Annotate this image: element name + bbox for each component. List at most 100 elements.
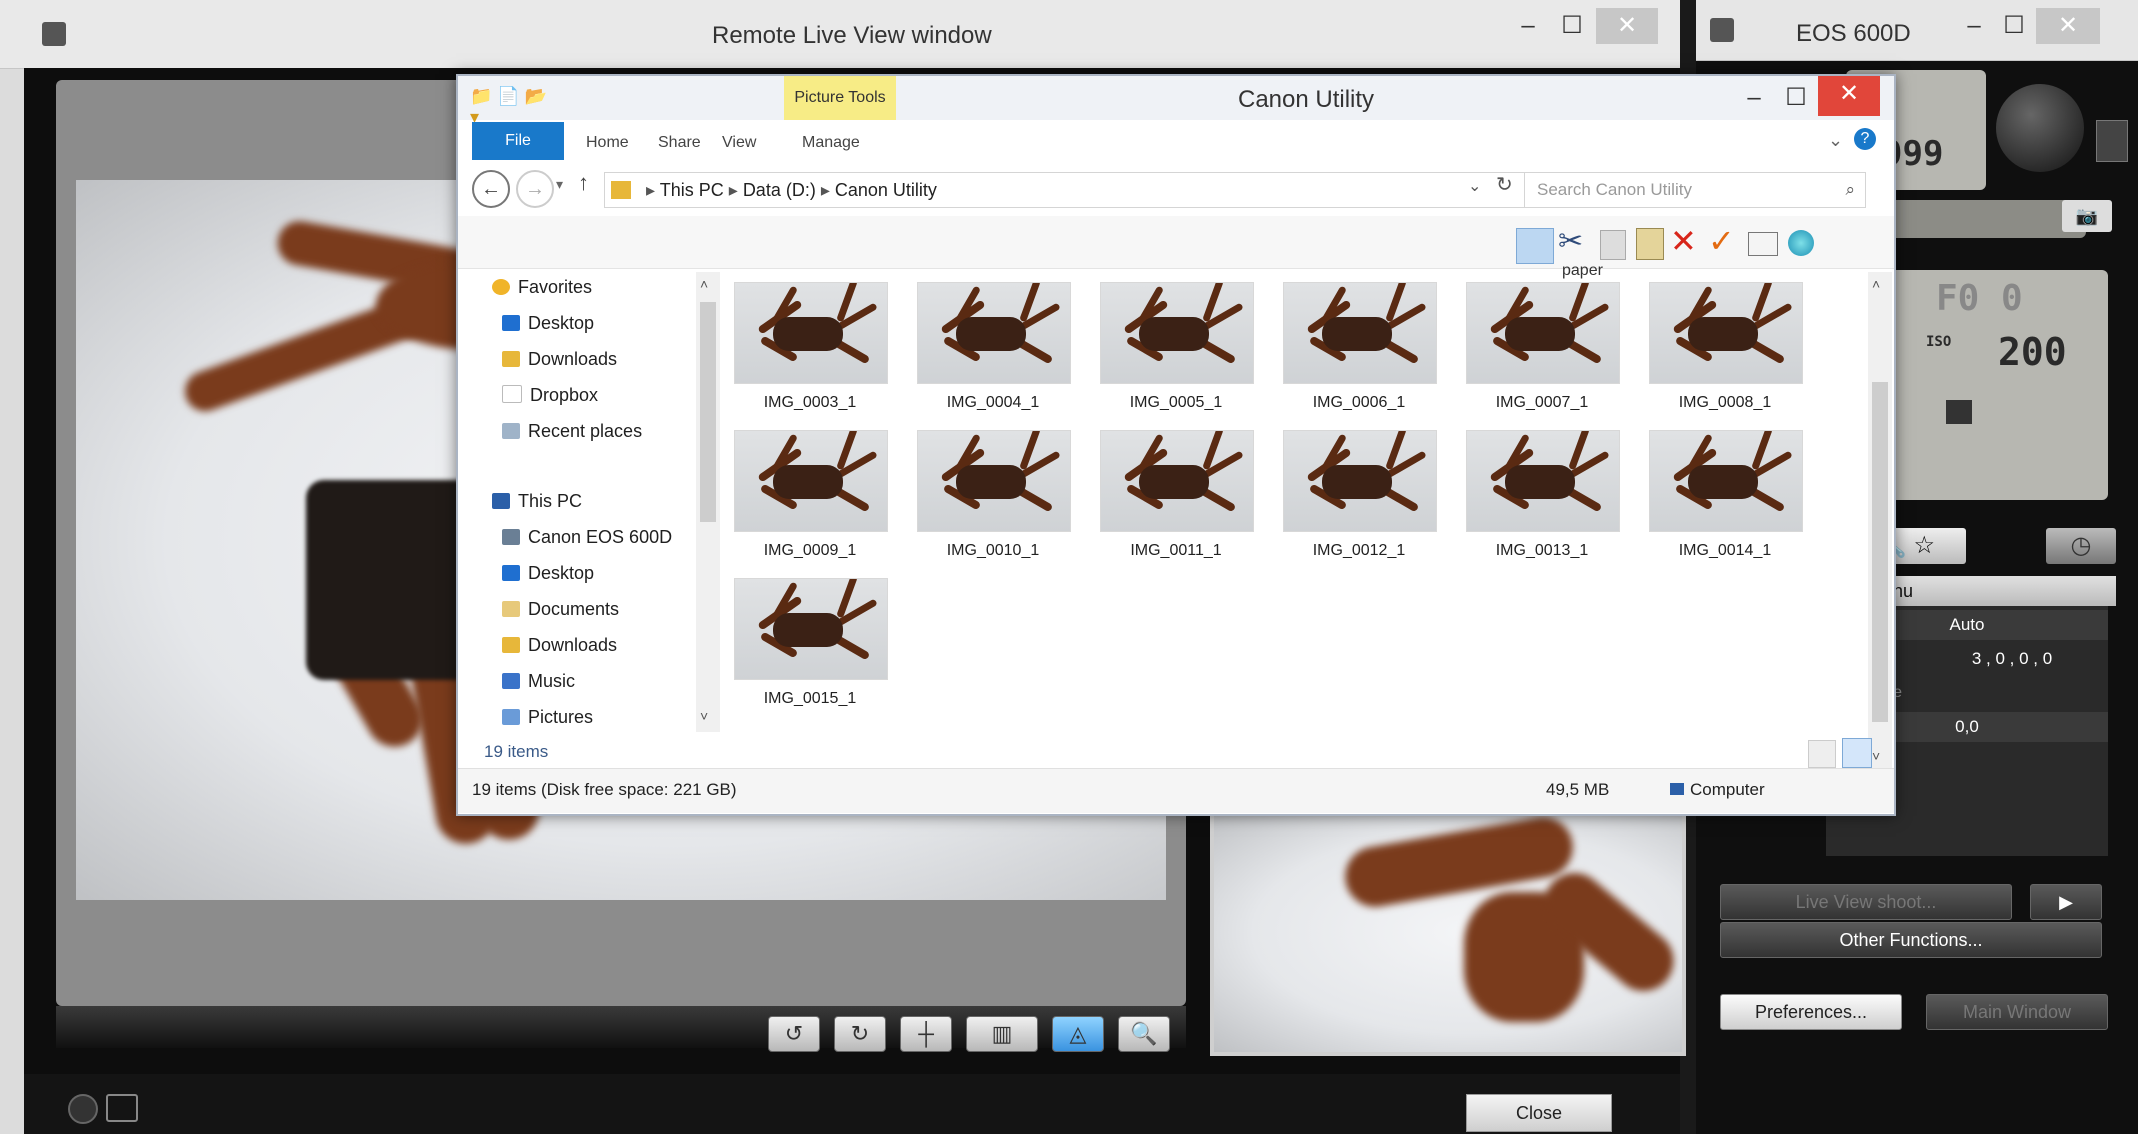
tab-view[interactable]: View bbox=[722, 134, 756, 152]
rotate-left-icon[interactable]: ↺ bbox=[768, 1016, 820, 1052]
minimize-button[interactable]: – bbox=[1508, 8, 1548, 44]
file-thumbnail[interactable] bbox=[1283, 430, 1437, 532]
file-thumbnail[interactable] bbox=[1466, 430, 1620, 532]
file-thumbnail[interactable] bbox=[1100, 282, 1254, 384]
nav-downloads[interactable]: Downloads bbox=[502, 344, 617, 374]
file-item[interactable]: IMG_0011_1 bbox=[1100, 430, 1254, 570]
maximize-button[interactable]: ☐ bbox=[1552, 8, 1592, 44]
eos-minimize-button[interactable]: – bbox=[1956, 8, 1992, 44]
grid-icon[interactable]: ┼ bbox=[900, 1016, 952, 1052]
email-icon[interactable] bbox=[1748, 232, 1778, 256]
camera-settings-icon[interactable] bbox=[106, 1094, 138, 1122]
breadcrumb-canon-utility[interactable]: Canon Utility bbox=[835, 180, 937, 200]
main-window-button[interactable]: Main Window bbox=[1926, 994, 2108, 1030]
layout-icon[interactable] bbox=[1516, 228, 1554, 264]
nav-pictures[interactable]: Pictures bbox=[502, 702, 593, 732]
content-scroll-down-icon[interactable]: ˅ bbox=[1872, 748, 1880, 764]
file-item[interactable]: IMG_0004_1 bbox=[917, 282, 1071, 422]
content-scroll-thumb[interactable] bbox=[1872, 382, 1888, 722]
globe-icon[interactable] bbox=[1788, 230, 1814, 256]
file-item[interactable]: IMG_0007_1 bbox=[1466, 282, 1620, 422]
nav-favorites[interactable]: Favorites bbox=[492, 272, 592, 302]
refresh-icon[interactable]: ↻ bbox=[1496, 172, 1513, 197]
preferences-button[interactable]: Preferences... bbox=[1720, 994, 1902, 1030]
up-button[interactable]: ↑ bbox=[578, 170, 589, 196]
record-icon[interactable] bbox=[68, 1094, 98, 1124]
rotate-right-icon[interactable]: ↻ bbox=[834, 1016, 886, 1052]
overlay-icon[interactable]: ▥ bbox=[966, 1016, 1038, 1052]
file-item[interactable]: IMG_0012_1 bbox=[1283, 430, 1437, 570]
nav-scroll-thumb[interactable] bbox=[700, 302, 716, 522]
file-thumbnail[interactable] bbox=[917, 430, 1071, 532]
eos-maximize-button[interactable]: ☐ bbox=[1996, 8, 2032, 44]
help-icon[interactable]: ? bbox=[1854, 128, 1876, 150]
check-icon[interactable]: ✓ bbox=[1708, 222, 1735, 260]
nav-recent-places[interactable]: Recent places bbox=[502, 416, 642, 446]
nav-scrollbar[interactable]: ˄ ˅ bbox=[696, 272, 720, 732]
cut-icon[interactable]: ✂ bbox=[1558, 224, 1583, 259]
file-thumbnail[interactable] bbox=[734, 430, 888, 532]
large-icons-view-icon[interactable] bbox=[1842, 738, 1872, 768]
file-item[interactable]: IMG_0010_1 bbox=[917, 430, 1071, 570]
file-thumbnail[interactable] bbox=[1466, 282, 1620, 384]
file-thumbnail[interactable] bbox=[1100, 430, 1254, 532]
file-item[interactable]: IMG_0006_1 bbox=[1283, 282, 1437, 422]
search-input[interactable]: Search Canon Utility ⌕ bbox=[1524, 172, 1866, 208]
file-thumbnail[interactable] bbox=[1649, 282, 1803, 384]
tab-share[interactable]: Share bbox=[658, 134, 701, 152]
paste-icon[interactable] bbox=[1636, 228, 1664, 260]
details-view-icon[interactable] bbox=[1808, 740, 1836, 768]
nav-desktop[interactable]: Desktop bbox=[502, 308, 594, 338]
breadcrumb-data-d[interactable]: Data (D:) bbox=[743, 180, 816, 200]
file-item[interactable]: IMG_0005_1 bbox=[1100, 282, 1254, 422]
nav-dropbox[interactable]: Dropbox bbox=[502, 380, 598, 410]
file-thumbnail[interactable] bbox=[1649, 430, 1803, 532]
file-item[interactable]: IMG_0009_1 bbox=[734, 430, 888, 570]
nav-desktop-pc[interactable]: Desktop bbox=[502, 558, 594, 588]
close-window-button[interactable]: ✕ bbox=[1596, 8, 1658, 44]
explorer-minimize-button[interactable]: – bbox=[1734, 80, 1774, 116]
tab-manage[interactable]: Manage bbox=[802, 134, 860, 152]
ribbon-expand-icon[interactable]: ⌄ bbox=[1828, 130, 1843, 151]
breadcrumb-this-pc[interactable]: This PC bbox=[660, 180, 724, 200]
copy-icon[interactable] bbox=[1600, 230, 1626, 260]
aspect-icon[interactable]: ◬ bbox=[1052, 1016, 1104, 1052]
scroll-up-icon[interactable]: ˄ bbox=[700, 276, 708, 292]
back-button[interactable]: ← bbox=[472, 170, 510, 208]
file-item[interactable]: IMG_0013_1 bbox=[1466, 430, 1620, 570]
explorer-maximize-button[interactable]: ☐ bbox=[1776, 80, 1816, 116]
nav-documents[interactable]: Documents bbox=[502, 594, 619, 624]
file-thumbnail[interactable] bbox=[917, 282, 1071, 384]
address-dropdown-icon[interactable]: ⌄ bbox=[1468, 176, 1481, 196]
scroll-down-icon[interactable]: ˅ bbox=[700, 708, 708, 724]
forward-button[interactable]: → bbox=[516, 170, 554, 208]
quick-access-icons[interactable]: 📁 📄 📂 ▾ bbox=[470, 86, 560, 127]
aperture[interactable]: F0 0 bbox=[1936, 278, 2023, 319]
file-thumbnail[interactable] bbox=[734, 282, 888, 384]
nav-downloads-pc[interactable]: Downloads bbox=[502, 630, 617, 660]
nav-canon-eos[interactable]: Canon EOS 600D bbox=[502, 522, 672, 552]
zoom-icon[interactable]: 🔍 bbox=[1118, 1016, 1170, 1052]
timer-icon[interactable]: ◷ bbox=[2046, 528, 2116, 564]
nav-music[interactable]: Music bbox=[502, 666, 575, 696]
file-item[interactable]: IMG_0008_1 bbox=[1649, 282, 1803, 422]
explorer-close-button[interactable]: ✕ bbox=[1818, 76, 1880, 116]
content-scroll-up-icon[interactable]: ˄ bbox=[1872, 276, 1880, 292]
af-mf-switch[interactable] bbox=[2096, 120, 2128, 162]
recent-dropdown-icon[interactable]: ▾ bbox=[556, 176, 563, 193]
file-thumbnail[interactable] bbox=[1283, 282, 1437, 384]
eos-close-button[interactable]: ✕ bbox=[2036, 8, 2100, 44]
camera-icon[interactable]: 📷 bbox=[2062, 200, 2112, 232]
file-thumbnail[interactable] bbox=[734, 578, 888, 680]
live-view-shoot-button[interactable]: Live View shoot... bbox=[1720, 884, 2012, 920]
close-button[interactable]: Close bbox=[1466, 1094, 1612, 1132]
iso-value[interactable]: 200 bbox=[1998, 330, 2067, 374]
file-item[interactable]: IMG_0015_1 bbox=[734, 578, 888, 718]
file-item[interactable]: IMG_0003_1 bbox=[734, 282, 888, 422]
nav-this-pc[interactable]: This PC bbox=[492, 486, 582, 516]
file-item[interactable]: IMG_0014_1 bbox=[1649, 430, 1803, 570]
live-view-preview[interactable] bbox=[1210, 808, 1686, 1056]
shutter-dial-icon[interactable] bbox=[1996, 84, 2084, 172]
tab-home[interactable]: Home bbox=[586, 134, 629, 152]
movie-icon[interactable]: ▶ bbox=[2030, 884, 2102, 920]
